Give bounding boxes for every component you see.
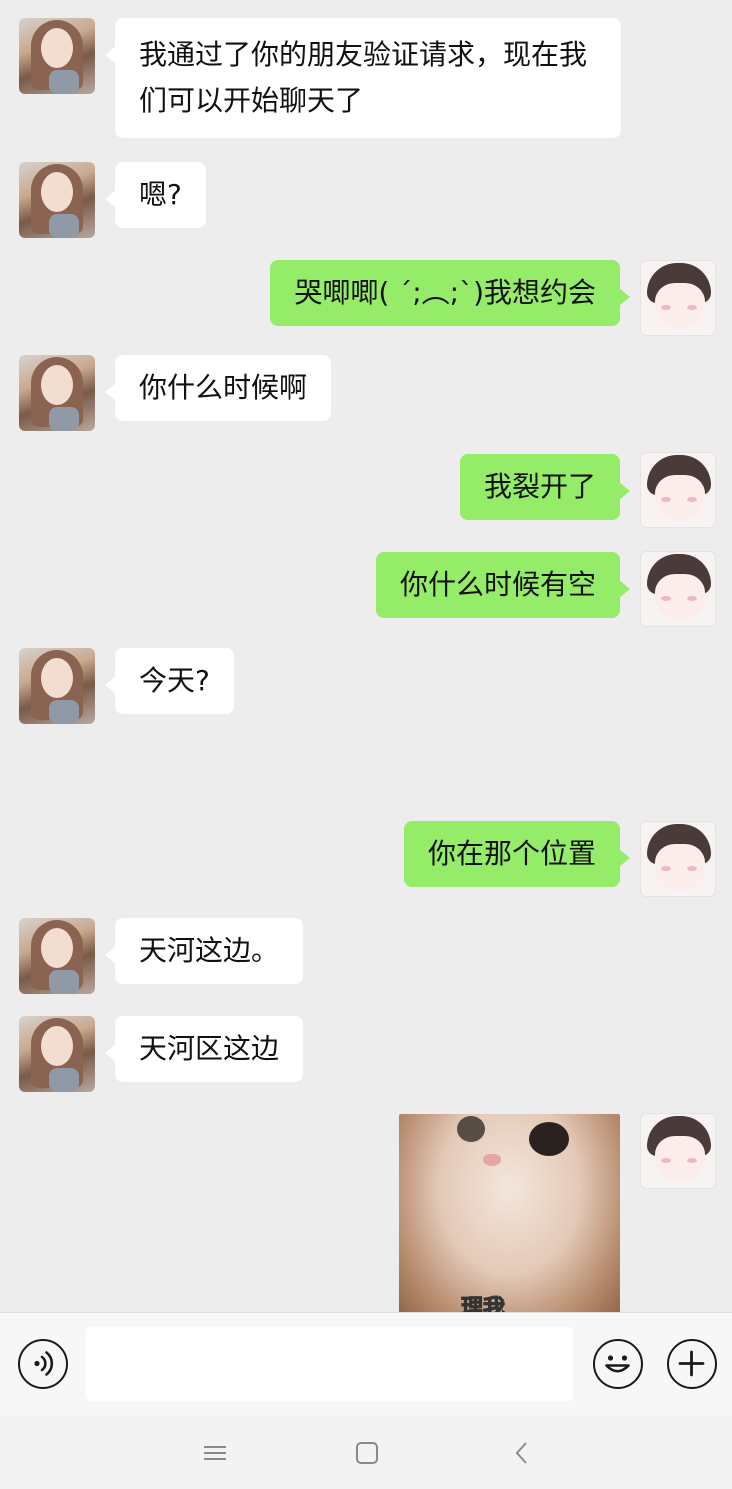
chat-area[interactable]: 我通过了你的朋友验证请求，现在我们可以开始聊天了 嗯? 哭唧唧( ´;︵;`)我… [0,0,732,1312]
cat-nose [483,1154,501,1166]
my-avatar[interactable] [640,260,716,336]
back-chevron-icon[interactable] [507,1438,537,1468]
system-nav-bar [0,1416,732,1489]
menu-icon[interactable] [200,1438,230,1468]
message-input[interactable] [86,1327,573,1401]
message-bubble-incoming[interactable]: 我通过了你的朋友验证请求，现在我们可以开始聊天了 [105,18,621,138]
contact-avatar[interactable] [19,918,95,994]
message-bubble-outgoing[interactable]: 哭唧唧( ´;︵;`)我想约会 [270,260,630,326]
message-bubble-incoming[interactable]: 今天? [105,648,234,714]
plus-icon[interactable] [667,1339,717,1389]
contact-avatar[interactable] [19,1016,95,1092]
contact-avatar[interactable] [19,648,95,724]
cat-eye [529,1122,569,1156]
message-bubble-incoming[interactable]: 天河这边。 [104,918,304,984]
message-bubble-outgoing[interactable]: 我裂开了 [459,454,631,520]
input-bar [0,1312,732,1416]
contact-avatar[interactable] [19,355,95,431]
sticker-caption: 理我 [460,1296,506,1313]
message-bubble-outgoing[interactable]: 你在那个位置 [403,821,631,887]
my-avatar[interactable] [640,1113,716,1189]
my-avatar[interactable] [640,551,716,627]
message-bubble-incoming[interactable]: 你什么时候啊 [104,355,332,421]
voice-input-icon[interactable] [18,1339,68,1389]
my-avatar[interactable] [640,821,716,897]
cat-eye [457,1116,485,1142]
emoji-icon[interactable] [593,1339,643,1389]
contact-avatar[interactable] [19,18,95,94]
sticker-message[interactable]: 理我 [399,1114,620,1312]
home-square-icon[interactable] [352,1438,382,1468]
contact-avatar[interactable] [19,162,95,238]
my-avatar[interactable] [640,452,716,528]
message-bubble-incoming[interactable]: 天河区这边 [104,1016,304,1082]
message-bubble-incoming[interactable]: 嗯? [105,162,206,228]
message-bubble-outgoing[interactable]: 你什么时候有空 [375,552,631,618]
